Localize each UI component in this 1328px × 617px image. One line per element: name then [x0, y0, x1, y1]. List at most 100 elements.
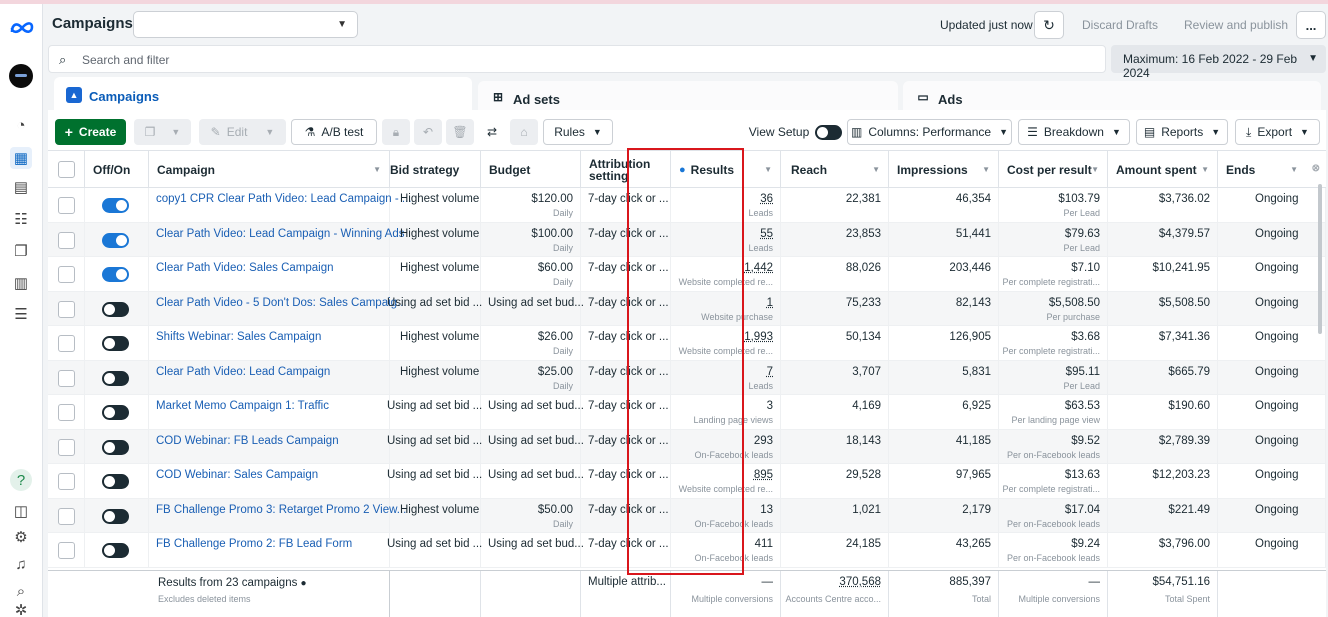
- search-icon[interactable]: ⌕: [10, 580, 32, 602]
- row-checkbox[interactable]: [58, 542, 75, 559]
- rules-button[interactable]: Rules ▼: [543, 119, 613, 145]
- col-results[interactable]: ● Results ▼: [671, 151, 781, 189]
- campaign-on-off-toggle[interactable]: [102, 198, 129, 213]
- col-bid-strategy[interactable]: Bid strategy: [390, 151, 481, 189]
- export-button[interactable]: ⤓ Export ▼: [1235, 119, 1320, 145]
- col-cost-per-result[interactable]: Cost per result ▼: [999, 151, 1108, 189]
- select-all-checkbox[interactable]: [58, 161, 75, 178]
- row-checkbox[interactable]: [58, 335, 75, 352]
- table-row[interactable]: Clear Path Video: Lead Campaign - Winnin…: [48, 222, 1326, 257]
- reports-button[interactable]: ▤ Reports ▼: [1136, 119, 1228, 145]
- tab-ads[interactable]: ▭ Ads: [903, 81, 1321, 113]
- col-amount-spent[interactable]: Amount spent ▼: [1108, 151, 1218, 189]
- campaign-name-link[interactable]: FB Challenge Promo 2: FB Lead Form: [156, 538, 352, 550]
- search-input[interactable]: Search and filter: [82, 53, 169, 67]
- campaign-on-off-toggle[interactable]: [102, 232, 129, 248]
- table-row[interactable]: COD Webinar: Sales Campaign Using ad set …: [48, 464, 1326, 499]
- campaign-name-link[interactable]: FB Challenge Promo 3: Retarget Promo 2 V…: [156, 504, 406, 516]
- campaigns-table-icon[interactable]: ▦: [10, 147, 32, 169]
- notes-icon[interactable]: ◫: [10, 500, 32, 522]
- edit-button[interactable]: ✎ Edit ▼: [199, 119, 286, 145]
- campaign-on-off-toggle[interactable]: [102, 267, 129, 282]
- table-row[interactable]: Shifts Webinar: Sales Campaign Highest vo…: [48, 326, 1326, 361]
- info-icon[interactable]: ●: [301, 578, 307, 589]
- campaign-name-link[interactable]: Clear Path Video: Lead Campaign - Winnin…: [156, 228, 404, 240]
- settings-gear-icon[interactable]: ⚙: [10, 526, 32, 548]
- row-checkbox[interactable]: [58, 507, 75, 525]
- notifications-bell-icon[interactable]: ♫: [10, 553, 32, 575]
- table-row[interactable]: Clear Path Video: Sales Campaign Highest …: [48, 257, 1326, 292]
- table-row[interactable]: Market Memo Campaign 1: Traffic Using ad …: [48, 395, 1326, 430]
- bug-icon[interactable]: ✲: [10, 604, 32, 616]
- row-checkbox[interactable]: [58, 231, 75, 249]
- col-impressions[interactable]: Impressions ▼: [889, 151, 999, 189]
- row-checkbox[interactable]: [58, 300, 75, 318]
- col-off-on[interactable]: Off/On: [85, 151, 149, 189]
- table-row[interactable]: Clear Path Video - 5 Don't Dos: Sales Ca…: [48, 291, 1326, 326]
- campaign-name-link[interactable]: Market Memo Campaign 1: Traffic: [156, 400, 329, 412]
- col-ends[interactable]: Ends ▼ ⊗: [1218, 151, 1326, 189]
- col-campaign[interactable]: Campaign ▼: [149, 151, 390, 189]
- campaign-name-link[interactable]: copy1 CPR Clear Path Video: Lead Campaig…: [156, 193, 411, 205]
- row-checkbox[interactable]: [58, 404, 75, 421]
- row-checkbox[interactable]: [58, 473, 75, 490]
- col-attribution[interactable]: Attribution setting: [581, 151, 671, 189]
- breakdown-button[interactable]: ☰ Breakdown ▼: [1018, 119, 1130, 145]
- tab-campaigns[interactable]: ▲ Campaigns: [54, 77, 472, 113]
- catalog-icon[interactable]: ❐: [10, 240, 32, 262]
- row-checkbox[interactable]: [58, 266, 75, 283]
- tab-ad-sets[interactable]: ⊞ Ad sets: [478, 81, 898, 113]
- campaign-name-link[interactable]: Clear Path Video: Lead Campaign: [156, 366, 330, 378]
- lock-button[interactable]: 🔒︎: [382, 119, 410, 145]
- view-setup-switch[interactable]: [815, 124, 843, 140]
- table-row[interactable]: COD Webinar: FB Leads Campaign Using ad s…: [48, 429, 1326, 464]
- account-avatar[interactable]: [9, 64, 33, 88]
- row-checkbox[interactable]: [58, 197, 75, 214]
- view-setup-toggle[interactable]: View Setup: [748, 119, 843, 145]
- search-filter-bar[interactable]: ⌕ Search and filter: [48, 45, 1106, 73]
- more-options-button[interactable]: ...: [1296, 11, 1326, 39]
- delete-button[interactable]: 🗑︎: [446, 119, 474, 145]
- campaign-name-link[interactable]: Shifts Webinar: Sales Campaign: [156, 331, 321, 343]
- col-budget[interactable]: Budget: [481, 151, 581, 189]
- table-row[interactable]: FB Challenge Promo 3: Retarget Promo 2 V…: [48, 498, 1326, 533]
- billing-icon[interactable]: ▥: [10, 272, 32, 294]
- undo-button[interactable]: ↶: [414, 119, 442, 145]
- settings-circle-icon[interactable]: ⊗: [1312, 163, 1320, 174]
- ab-test-button[interactable]: ⚗ A/B test: [291, 119, 377, 145]
- duplicate-button[interactable]: ❐ ▼: [134, 119, 191, 145]
- ad-account-select[interactable]: ▼: [133, 11, 358, 38]
- discard-drafts-button[interactable]: Discard Drafts: [1082, 18, 1158, 32]
- campaign-name-link[interactable]: COD Webinar: Sales Campaign: [156, 469, 318, 481]
- columns-button[interactable]: ▥ Columns: Performance ▼: [847, 119, 1012, 145]
- compare-button[interactable]: ⇄: [478, 119, 506, 145]
- table-row[interactable]: FB Challenge Promo 2: FB Lead Form Using …: [48, 533, 1326, 568]
- campaign-name-link[interactable]: Clear Path Video - 5 Don't Dos: Sales Ca…: [156, 297, 407, 309]
- tag-button[interactable]: ⌂: [510, 119, 538, 145]
- table-row[interactable]: Clear Path Video: Lead Campaign Highest v…: [48, 360, 1326, 395]
- table-scrollbar[interactable]: [1318, 184, 1322, 334]
- row-checkbox[interactable]: [58, 438, 75, 456]
- campaign-on-off-toggle[interactable]: [102, 508, 129, 524]
- campaign-name-link[interactable]: COD Webinar: FB Leads Campaign: [156, 435, 339, 447]
- col-reach[interactable]: Reach ▼: [781, 151, 889, 189]
- campaign-on-off-toggle[interactable]: [102, 336, 129, 351]
- help-icon[interactable]: ?: [10, 469, 32, 491]
- campaign-on-off-toggle[interactable]: [102, 543, 129, 558]
- campaign-on-off-toggle[interactable]: [102, 474, 129, 489]
- table-row[interactable]: copy1 CPR Clear Path Video: Lead Campaig…: [48, 188, 1326, 223]
- date-range-picker[interactable]: Maximum: 16 Feb 2022 - 29 Feb 2024 ▼: [1111, 45, 1326, 80]
- refresh-button[interactable]: ↻: [1034, 11, 1064, 39]
- audiences-icon[interactable]: ☷: [10, 208, 32, 230]
- campaign-on-off-toggle[interactable]: [102, 301, 129, 317]
- review-publish-button[interactable]: Review and publish: [1184, 18, 1288, 32]
- pages-icon[interactable]: ▤: [10, 176, 32, 198]
- meta-logo-icon[interactable]: [8, 18, 36, 38]
- campaign-on-off-toggle[interactable]: [102, 439, 129, 455]
- create-button[interactable]: + Create: [55, 119, 126, 145]
- campaign-on-off-toggle[interactable]: [102, 405, 129, 420]
- menu-icon[interactable]: ☰: [10, 303, 32, 325]
- campaign-on-off-toggle[interactable]: [102, 370, 129, 386]
- row-checkbox[interactable]: [58, 369, 75, 387]
- dashboard-gauge-icon[interactable]: ◔: [10, 114, 32, 136]
